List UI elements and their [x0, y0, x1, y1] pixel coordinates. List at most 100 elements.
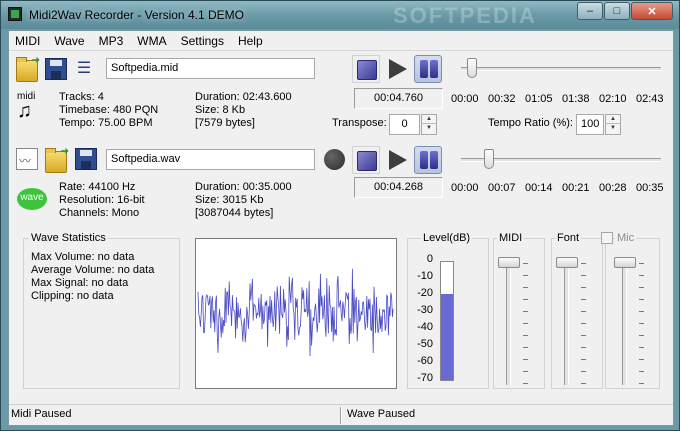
midi-volume-tick — [523, 323, 528, 324]
menu-wave[interactable]: Wave — [48, 31, 92, 50]
wave-file-name[interactable]: Softpedia.wav — [106, 149, 315, 170]
wave-pause-button[interactable] — [414, 146, 442, 174]
midi-volume-tick — [523, 263, 528, 264]
midi-time-tick: 02:43 — [636, 93, 664, 105]
wave-time-tick: 00:21 — [562, 182, 590, 194]
average-volume: Average Volume: no data — [31, 264, 155, 276]
tempo-ratio-input[interactable]: 100 — [576, 114, 604, 135]
midi-bytes: [7579 bytes] — [195, 117, 255, 129]
midi-stop-button[interactable] — [352, 55, 380, 83]
menu-mp3[interactable]: MP3 — [93, 31, 132, 50]
midi-pause-button[interactable] — [414, 55, 442, 83]
font-volume-tick — [581, 263, 586, 264]
transpose-input[interactable]: 0 — [389, 114, 420, 135]
mic-volume-track[interactable] — [622, 259, 627, 385]
waveform-display — [195, 238, 397, 389]
menu-help[interactable]: Help — [232, 31, 271, 50]
level-tick: -60 — [417, 355, 433, 367]
tempo-ratio-spinner[interactable]: ▲ ▼ — [605, 114, 621, 135]
menu-settings[interactable]: Settings — [175, 31, 232, 50]
midi-play-button[interactable] — [383, 55, 411, 83]
minimize-button[interactable]: – — [577, 2, 603, 20]
level-meter-fill — [441, 293, 453, 380]
wave-statistics-title: Wave Statistics — [29, 232, 108, 244]
wave-position-thumb[interactable] — [483, 149, 494, 169]
wave-status: Wave Paused — [347, 408, 416, 420]
level-tick: -20 — [417, 287, 433, 299]
midi-settings-equalizer-icon[interactable]: ☰ — [73, 58, 95, 80]
close-button[interactable]: ✕ — [631, 2, 673, 20]
menu-midi[interactable]: MIDI — [9, 31, 48, 50]
font-volume-tick — [581, 299, 586, 300]
midi-tracks: Tracks: 4 — [59, 91, 104, 103]
mic-volume-tick — [639, 359, 644, 360]
app-icon — [8, 7, 22, 21]
mic-volume-tick — [639, 287, 644, 288]
mic-volume-tick — [639, 371, 644, 372]
menu-wma[interactable]: WMA — [131, 31, 174, 50]
open-midi-folder-icon[interactable] — [16, 55, 40, 82]
font-volume-tick — [581, 323, 586, 324]
wave-position-display: 00:04.268 — [354, 177, 443, 198]
font-volume-tick — [581, 287, 586, 288]
font-volume-tick — [581, 347, 586, 348]
font-volume-tick — [581, 311, 586, 312]
midi-size: Size: 8 Kb — [195, 104, 246, 116]
transpose-label: Transpose: — [332, 117, 387, 129]
midi-time-tick: 01:38 — [562, 93, 590, 105]
mic-volume-tick — [639, 299, 644, 300]
max-volume: Max Volume: no data — [31, 251, 135, 263]
midi-volume-tick — [523, 359, 528, 360]
midi-volume-tick — [523, 383, 528, 384]
mic-volume-tick — [639, 263, 644, 264]
tempo-ratio-label: Tempo Ratio (%): — [488, 117, 573, 129]
midi-time-tick: 02:10 — [599, 93, 627, 105]
level-tick: -40 — [417, 321, 433, 333]
title-bar[interactable]: Midi2Wav Recorder - Version 4.1 DEMO SOF… — [1, 1, 679, 29]
max-signal: Max Signal: no data — [31, 277, 129, 289]
maximize-button[interactable]: □ — [604, 2, 630, 20]
level-title: Level(dB) — [421, 232, 473, 244]
save-wave-disk-icon[interactable] — [75, 148, 97, 170]
save-midi-disk-icon[interactable] — [45, 58, 67, 80]
midi-time-tick: 00:00 — [451, 93, 479, 105]
level-tick: -30 — [417, 304, 433, 316]
midi-volume-slider[interactable] — [498, 257, 520, 268]
app-window: Midi2Wav Recorder - Version 4.1 DEMO SOF… — [0, 0, 680, 431]
midi-position-thumb[interactable] — [466, 58, 477, 78]
midi-volume-track[interactable] — [506, 259, 511, 385]
window-title: Midi2Wav Recorder - Version 4.1 DEMO — [29, 8, 244, 22]
midi-volume-title: MIDI — [497, 232, 525, 244]
wave-duration: Duration: 00:35.000 — [195, 181, 292, 193]
level-tick: -50 — [417, 338, 433, 350]
wave-time-tick: 00:14 — [525, 182, 553, 194]
font-volume-slider[interactable] — [556, 257, 578, 268]
midi-file-name[interactable]: Softpedia.mid — [106, 58, 315, 79]
level-tick: -10 — [417, 270, 433, 282]
midi-time-tick: 00:32 — [488, 93, 516, 105]
midi-tempo: Tempo: 75.00 BPM — [59, 117, 153, 129]
font-volume-track[interactable] — [564, 259, 569, 385]
status-bar: Midi Paused Wave Paused — [9, 404, 673, 425]
midi-volume-tick — [523, 275, 528, 276]
transpose-spinner[interactable]: ▲ ▼ — [421, 114, 437, 135]
level-meter — [440, 261, 454, 381]
midi-position-track[interactable] — [461, 67, 661, 71]
open-wave-folder-icon[interactable] — [45, 146, 69, 173]
mic-volume-slider[interactable] — [614, 257, 636, 268]
wave-record-button[interactable] — [321, 146, 349, 174]
wave-channels: Channels: Mono — [59, 207, 140, 219]
mic-volume-tick — [639, 323, 644, 324]
wave-time-tick: 00:00 — [451, 182, 479, 194]
new-wave-document-icon[interactable] — [16, 148, 38, 170]
wave-stop-button[interactable] — [352, 146, 380, 174]
mic-checkbox[interactable] — [601, 232, 613, 244]
mic-volume-tick — [639, 347, 644, 348]
status-separator — [340, 407, 342, 424]
wave-resolution: Resolution: 16-bit — [59, 194, 145, 206]
midi-volume-tick — [523, 311, 528, 312]
wave-time-tick: 00:35 — [636, 182, 664, 194]
wave-play-button[interactable] — [383, 146, 411, 174]
midi-volume-tick — [523, 335, 528, 336]
midi-position-display: 00:04.760 — [354, 88, 443, 109]
